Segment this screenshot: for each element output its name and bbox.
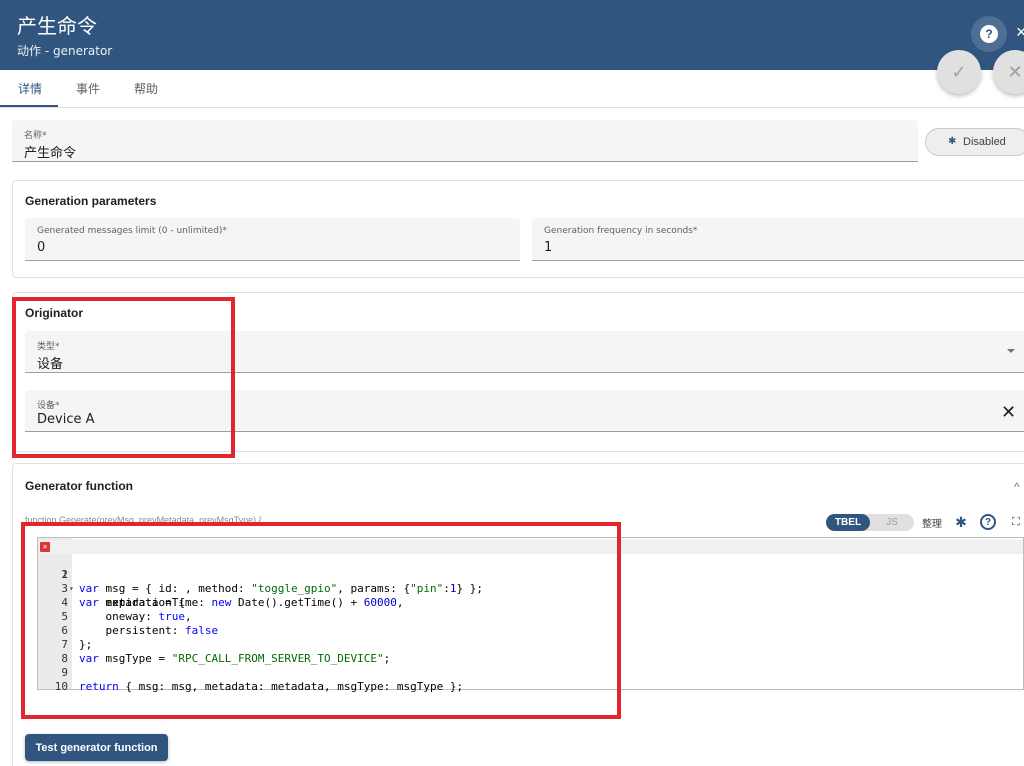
bug-icon[interactable]: ✱ xyxy=(951,512,971,532)
code-line: ✕ 1 var msg = { id: , method: "toggle_gp… xyxy=(38,540,1023,595)
debug-mode-button[interactable]: ✱ Disabled xyxy=(925,128,1024,156)
messages-limit-field[interactable]: Generated messages limit (0 - unlimited)… xyxy=(25,218,520,261)
originator-type-value: 设备 xyxy=(37,357,64,372)
bug-icon: ✱ xyxy=(948,136,957,147)
messages-limit-label: Generated messages limit (0 - unlimited)… xyxy=(37,226,227,236)
tab-events[interactable]: 事件 xyxy=(76,70,100,108)
close-icon[interactable]: × xyxy=(1016,22,1024,43)
device-label: 设备* xyxy=(37,401,60,411)
originator-type-label: 类型* xyxy=(37,342,60,352)
dropdown-arrow-icon[interactable] xyxy=(1007,349,1015,353)
tab-bar: 详情 事件 帮助 xyxy=(0,70,1024,108)
name-field[interactable]: 名称* 产生命令 xyxy=(12,120,918,162)
function-signature: function Generate(prevMsg, prevMetadata,… xyxy=(25,515,262,525)
active-tab-indicator xyxy=(0,105,58,107)
tidy-button[interactable]: 整理 xyxy=(922,515,942,530)
generation-parameters-title: Generation parameters xyxy=(25,194,157,208)
toggle-tbel[interactable]: TBEL xyxy=(826,514,870,531)
frequency-label: Generation frequency in seconds* xyxy=(544,226,698,236)
help-icon: ? xyxy=(980,25,998,43)
name-field-label: 名称* xyxy=(24,131,47,141)
dialog-title: 产生命令 xyxy=(17,14,97,38)
code-line: 7 var msgType = "RPC_CALL_FROM_SERVER_TO… xyxy=(61,638,391,665)
tab-help[interactable]: 帮助 xyxy=(134,70,158,108)
toggle-js[interactable]: JS xyxy=(870,514,914,531)
code-line: 10 xyxy=(54,680,68,693)
help-icon[interactable]: ? xyxy=(978,512,998,532)
tab-details[interactable]: 详情 xyxy=(18,70,42,108)
code-line: 5 persistent: false xyxy=(61,610,219,637)
dialog-subtitle: 动作 - generator xyxy=(17,44,113,58)
generator-function-title: Generator function xyxy=(25,479,134,493)
error-icon: ✕ xyxy=(40,542,50,552)
debug-mode-label: Disabled xyxy=(963,136,1006,148)
name-field-value: 产生命令 xyxy=(24,146,77,161)
code-line: 4 oneway: true, xyxy=(61,596,192,623)
dialog-header: 产生命令 动作 - generator ? × xyxy=(0,0,1024,70)
messages-limit-value: 0 xyxy=(37,240,46,255)
frequency-field[interactable]: Generation frequency in seconds* 1 xyxy=(532,218,1024,261)
test-generator-function-button[interactable]: Test generator function xyxy=(25,734,168,761)
code-line: 2 ▾ var metadata = { xyxy=(61,568,185,609)
originator-type-select[interactable]: 类型* 设备 xyxy=(25,331,1024,373)
help-button[interactable]: ? xyxy=(971,16,1007,52)
code-line: 6 }; xyxy=(61,624,93,651)
script-language-toggle[interactable]: TBEL JS xyxy=(826,514,914,531)
code-line: 9 return { msg: msg, metadata: metadata,… xyxy=(61,666,464,693)
originator-title: Originator xyxy=(25,306,84,320)
device-autocomplete[interactable]: 设备* Device A xyxy=(25,390,1024,432)
code-editor[interactable]: ✕ 1 var msg = { id: , method: "toggle_gp… xyxy=(37,537,1024,693)
fullscreen-icon[interactable]: ⛶ xyxy=(1006,512,1024,532)
code-line: 3 expirationTime: new Date().getTime() +… xyxy=(61,582,404,609)
device-value: Device A xyxy=(37,412,95,427)
frequency-value: 1 xyxy=(544,240,553,255)
chevron-up-icon[interactable]: ^ xyxy=(1014,480,1020,494)
clear-icon[interactable]: ✕ xyxy=(1001,402,1016,423)
code-line: 8 xyxy=(61,652,68,665)
